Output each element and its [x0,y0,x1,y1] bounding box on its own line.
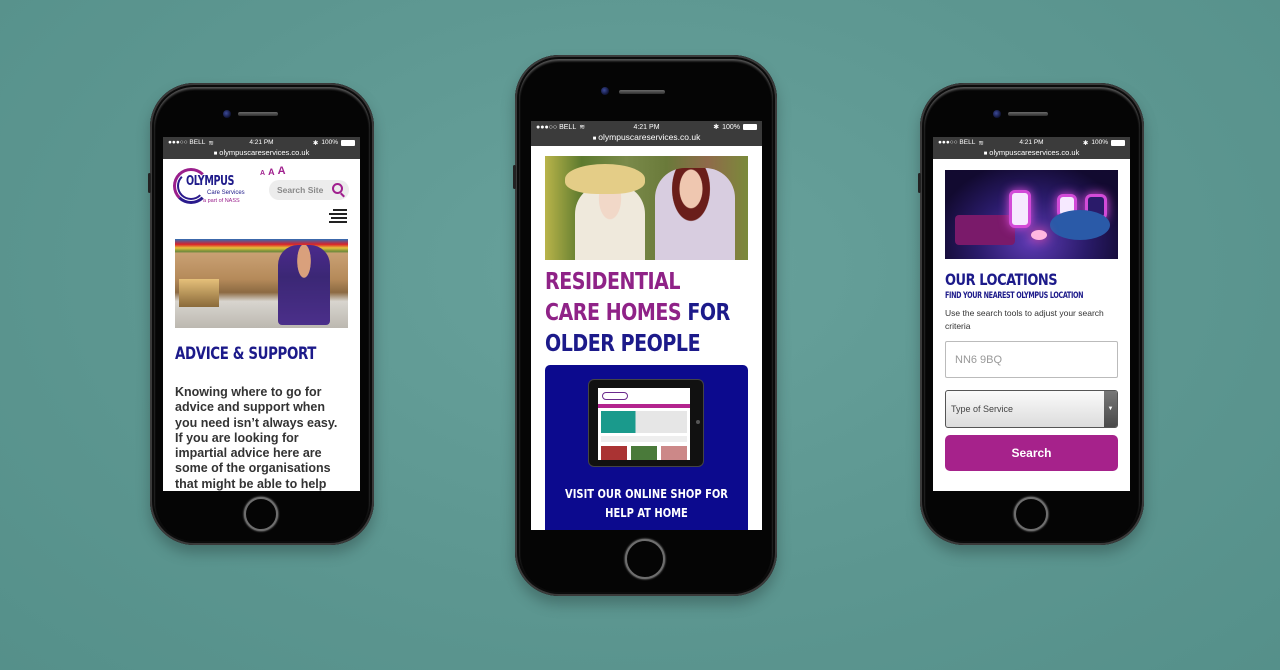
page-heading: OUR LOCATIONS [945,270,1058,289]
bluetooth-icon: ✱ [713,124,720,131]
search-button[interactable]: Search [945,435,1118,471]
url-bar[interactable]: ■ olympuscareservices.co.uk [163,148,360,159]
phone-screen: ●●●○○ BELL ≋ 4:21 PM ✱ 100% ■ olympuscarese… [933,137,1130,491]
hero-image-canteen [175,239,348,328]
logo-tagline: a part of NASS [203,198,240,204]
postcode-value: NN6 9BQ [955,353,1003,366]
url-text: olympuscareservices.co.uk [989,148,1080,157]
earpiece-speaker [619,90,665,94]
clock: 4:21 PM [249,139,274,146]
phone-side-button [513,165,516,189]
url-text: olympuscareservices.co.uk [598,132,701,142]
heading-line-3: OLDER PEOPLE [545,331,701,357]
shop-caption: VISIT OUR ONLINE SHOP FOR HELP AT HOME [565,487,728,520]
image-hat [565,164,645,194]
home-button[interactable] [625,539,665,579]
tablet-images [601,446,687,460]
olympus-logo[interactable]: OLYMPUS Care Services a part of NASS [173,168,253,208]
battery-icon [1111,139,1125,146]
hero-image-sensory-room [945,170,1118,259]
text-size-controls: A A A [260,165,286,177]
intro-paragraph: Knowing where to go for advice and suppo… [175,385,338,491]
image-glow-light [1031,230,1047,240]
wifi-icon: ≋ [978,139,984,147]
url-text: olympuscareservices.co.uk [219,148,310,157]
logo-subtitle: Care Services [207,190,245,196]
service-type-selected: Type of Service [951,404,1014,414]
image-light-panel [1009,190,1031,228]
image-beanbag [1050,210,1110,240]
status-bar: ●●●○○ BELL ≋ 4:21 PM ✱ 100% [163,137,360,148]
heading-line-2: CARE HOMES [545,300,682,326]
carrier-label: ●●●○○ BELL [536,123,577,131]
phone-screen: ●●●○○ BELL ≋ 4:21 PM ✱ 100% ■ olympuscarese… [531,121,762,530]
page-heading: ADVICE & SUPPORT [175,344,317,363]
tablet-home-button [696,420,700,424]
heading-line-1: RESIDENTIAL [545,269,681,295]
lock-icon: ■ [213,151,218,157]
text-size-medium-button[interactable]: A [268,167,275,177]
phone-mockup-residential: ●●●○○ BELL ≋ 4:21 PM ✱ 100% ■ olympuscarese… [513,55,777,596]
front-camera [601,87,609,95]
phone-side-button [148,173,151,193]
wifi-icon: ≋ [579,124,586,131]
tablet-screen [598,388,690,460]
url-bar[interactable]: ■ olympuscareservices.co.uk [531,133,762,146]
search-input[interactable]: Search Site [269,180,349,200]
status-bar: ●●●○○ BELL ≋ 4:21 PM ✱ 100% [933,137,1130,148]
image-detail [179,279,219,307]
carrier-label: ●●●○○ BELL [168,139,206,146]
logo-name: OLYMPUS [186,174,234,189]
clock: 4:21 PM [1019,139,1044,146]
phone-mockup-locations: ●●●○○ BELL ≋ 4:21 PM ✱ 100% ■ olympuscarese… [918,83,1144,545]
image-person [278,245,330,325]
text-size-large-button[interactable]: A [278,165,286,177]
battery-icon [341,139,355,146]
search-placeholder: Search Site [277,185,324,195]
phone-screen: ●●●○○ BELL ≋ 4:21 PM ✱ 100% ■ olympuscarese… [163,137,360,491]
search-icon[interactable] [332,183,343,194]
front-camera [993,110,1001,118]
service-type-select[interactable]: Type of Service ▼ [945,390,1118,428]
page-subheading: FIND YOUR NEAREST OLYMPUS LOCATION [945,291,1084,301]
battery-icon [742,124,757,130]
image-person [655,168,735,260]
text-size-small-button[interactable]: A [260,170,265,177]
tablet-search-bar [601,436,687,442]
tablet-image [588,379,704,467]
page-heading: RESIDENTIAL CARE HOMES FOR OLDER PEOPLE [545,267,732,360]
earpiece-speaker [238,112,278,116]
earpiece-speaker [1008,112,1048,116]
menu-icon[interactable] [329,209,347,223]
home-button[interactable] [244,497,278,531]
home-button[interactable] [1014,497,1048,531]
dropdown-arrow-icon[interactable]: ▼ [1104,391,1117,427]
clock: 4:21 PM [633,123,660,131]
site-header: OLYMPUS Care Services a part of NASS A A… [163,159,360,239]
image-cushion [955,215,1015,245]
bluetooth-icon: ✱ [312,139,319,147]
online-shop-promo[interactable]: VISIT OUR ONLINE SHOP FOR HELP AT HOME [545,365,748,530]
front-camera [223,110,231,118]
phone-side-button [918,173,921,193]
phone-mockup-advice: ●●●○○ BELL ≋ 4:21 PM ✱ 100% ■ olympuscarese… [148,83,374,545]
lock-icon: ■ [592,136,597,142]
search-instructions: Use the search tools to adjust your sear… [945,308,1104,331]
tablet-nav [598,404,690,408]
url-bar[interactable]: ■ olympuscareservices.co.uk [933,148,1130,159]
hero-image-residents [545,156,748,260]
postcode-input[interactable]: NN6 9BQ [945,341,1118,378]
lock-icon: ■ [983,151,988,157]
wifi-icon: ≋ [208,139,214,147]
image-person [575,184,645,260]
carrier-label: ●●●○○ BELL [938,139,976,146]
bluetooth-icon: ✱ [1082,139,1089,147]
battery-percent: 100% [1091,139,1108,146]
battery-percent: 100% [321,139,338,146]
battery-percent: 100% [722,123,740,131]
tablet-banner [601,411,687,433]
tablet-logo [602,392,628,400]
heading-line-2-blue: FOR [687,300,730,326]
